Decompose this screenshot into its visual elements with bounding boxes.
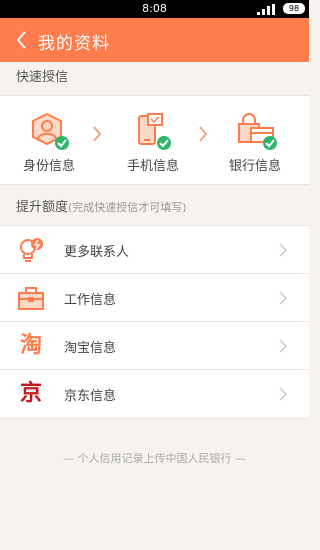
back-button[interactable]	[8, 18, 38, 62]
list-item-label: 工作信息	[64, 293, 117, 308]
title-bar: 我的资料	[0, 18, 309, 62]
phone-icon	[138, 113, 171, 150]
list-item-contacts[interactable]: 更多联系人	[0, 226, 309, 274]
chevron-right-icon	[199, 126, 208, 142]
contacts-icon	[20, 238, 43, 262]
section-quick-credit-title: 快速授信	[16, 70, 69, 85]
chevron-left-icon	[16, 31, 26, 49]
list-item-label: 更多联系人	[64, 245, 130, 260]
list-item-label: 淘宝信息	[64, 341, 117, 356]
quick-item-id[interactable]: 身份信息	[9, 96, 89, 186]
list-item-label: 京东信息	[64, 389, 117, 404]
list-item-jd[interactable]: 京 京东信息	[0, 370, 309, 418]
chevron-right-icon	[279, 339, 287, 353]
quick-item-label: 手机信息	[126, 159, 179, 174]
briefcase-icon	[18, 287, 44, 310]
jd-icon: 京	[19, 381, 42, 406]
list-item-work[interactable]: 工作信息	[0, 274, 309, 322]
section-raise-limit: 提升额度(完成快速授信才可填写)	[0, 192, 309, 224]
battery-icon: 98	[283, 3, 305, 14]
chevron-right-icon	[93, 126, 102, 142]
raise-limit-list: 更多联系人 工作信息 淘 淘宝信息 京 京东信息	[0, 225, 309, 419]
list-item-taobao[interactable]: 淘 淘宝信息	[0, 322, 309, 370]
quick-item-phone[interactable]: 手机信息	[113, 96, 193, 186]
section-raise-limit-title: 提升额度	[16, 200, 69, 215]
bank-icon	[238, 113, 277, 150]
quick-item-bank[interactable]: 银行信息	[215, 96, 295, 186]
quick-item-label: 银行信息	[228, 159, 281, 174]
quick-credit-panel: 身份信息 手机信息 银行信息	[0, 95, 309, 185]
footer-note: — 个人信用记录上传中国人民银行 —	[63, 452, 246, 465]
signal-icon	[257, 4, 275, 15]
quick-item-label: 身份信息	[22, 159, 75, 174]
id-icon	[32, 112, 69, 150]
page-title: 我的资料	[38, 34, 110, 54]
chevron-right-icon	[279, 243, 287, 257]
chevron-right-icon	[279, 387, 287, 401]
chevron-right-icon	[279, 291, 287, 305]
section-raise-limit-note: (完成快速授信才可填写)	[68, 201, 187, 214]
status-bar: 8:08 98	[0, 0, 309, 18]
taobao-icon: 淘	[19, 333, 42, 358]
section-quick-credit: 快速授信	[0, 62, 309, 94]
